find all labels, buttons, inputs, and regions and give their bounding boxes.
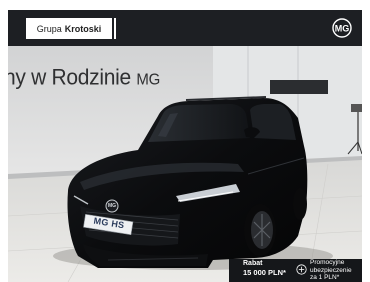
showroom-wall-text: ny w Rodzinie MG [8, 65, 160, 90]
promo-rabat-footnote: * [283, 268, 286, 277]
promo-offer-text: Promocyjne ubezpieczenie za 1 PLN* [310, 259, 362, 282]
wall-text-brand: MG [136, 70, 160, 89]
badge-divider [114, 18, 116, 39]
promo-offer-line-3: za 1 PLN* [310, 274, 340, 281]
dealer-prefix: Grupa [36, 23, 62, 34]
promo-offer-line-1: Promocyjne [310, 259, 345, 266]
license-plate-text: MG HS [92, 215, 126, 231]
listing-image-card[interactable]: Grupa Krotoski MG ny w Rodzinie MG MG HS… [8, 10, 362, 282]
plus-circle-icon [296, 264, 307, 275]
dealer-name: Krotoski [64, 23, 102, 34]
promo-offer-line-2: ubezpieczenie [310, 266, 352, 274]
mg-logo-text: MG [335, 23, 350, 33]
car-emblem-text: MG [107, 203, 117, 209]
car-emblem: MG [106, 201, 118, 211]
promo-rabat-label: Rabat [243, 260, 263, 267]
car-photo[interactable]: ny w Rodzinie MG MG HS MG [8, 46, 362, 282]
dealer-badge[interactable]: Grupa Krotoski [26, 18, 112, 39]
promo-rabat-amount: 15 000 PLN* [243, 268, 286, 277]
promo-banner[interactable]: Rabat 15 000 PLN* Promocyjne ubezpieczen… [229, 259, 362, 282]
promo-rabat-amount-value: 15 000 PLN [243, 268, 284, 277]
wall-text-main: ny w Rodzinie [8, 65, 131, 90]
dealer-header-bar: Grupa Krotoski MG [8, 10, 362, 46]
mg-logo-icon: MG [332, 18, 352, 38]
